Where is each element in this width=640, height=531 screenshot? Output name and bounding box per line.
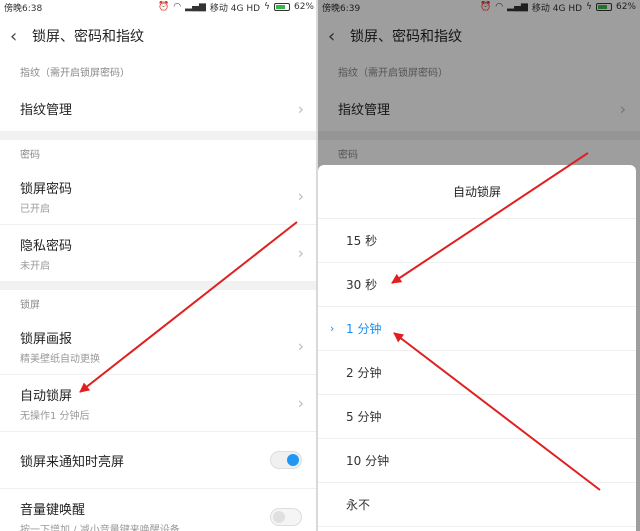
title-bar: ‹ 锁屏、密码和指纹	[318, 14, 640, 58]
status-time: 傍晚6:38	[4, 3, 43, 14]
lock-option[interactable]: 15 秒	[318, 219, 636, 263]
dialog-title: 自动锁屏	[318, 165, 636, 219]
volume-wake-item: 音量键唤醒 按一下增加 / 减小音量键来唤醒设备	[0, 489, 318, 531]
back-arrow-icon[interactable]: ‹	[328, 26, 350, 47]
left-screen: 傍晚6:38 ⏰ ◠ ▂▄▆ 移动 4G HD ϟ 62% ‹ 锁屏、密码和指纹…	[0, 0, 318, 531]
wifi-icon: ◠	[495, 2, 504, 12]
fingerprint-manage-item[interactable]: 指纹管理 ›	[318, 86, 640, 132]
section-header-password: 密码	[20, 150, 40, 161]
chevron-right-icon: ›	[297, 243, 304, 263]
auto-lock-item[interactable]: 自动锁屏 无操作1 分钟后 ›	[0, 375, 318, 432]
status-bar: 傍晚6:39 ⏰ ◠ ▂▄▆ 移动 4G HD ϟ 62%	[318, 0, 640, 14]
page-title: 锁屏、密码和指纹	[32, 29, 144, 45]
page-title: 锁屏、密码和指纹	[350, 29, 462, 45]
status-time: 傍晚6:39	[322, 3, 361, 14]
status-bar: 傍晚6:38 ⏰ ◠ ▂▄▆ 移动 4G HD ϟ 62%	[0, 0, 318, 14]
carrier-label: 移动 4G HD	[531, 3, 583, 14]
wifi-icon: ◠	[173, 2, 182, 12]
lockscreen-wallpaper-item[interactable]: 锁屏画报 精美壁纸自动更换 ›	[0, 318, 318, 375]
section-header-lockscreen: 锁屏	[20, 300, 40, 311]
section-header-password: 密码	[338, 150, 358, 161]
chevron-right-icon: ›	[297, 336, 304, 356]
notify-wake-toggle[interactable]	[270, 451, 302, 469]
notify-wake-item: 锁屏来通知时亮屏	[0, 432, 318, 489]
lock-option[interactable]: 2 分钟	[318, 351, 636, 395]
section-header-fingerprint: 指纹（需开启锁屏密码）	[338, 68, 448, 79]
back-arrow-icon[interactable]: ‹	[10, 26, 32, 47]
chevron-right-icon: ›	[297, 186, 304, 206]
chevron-right-icon: ›	[619, 99, 626, 118]
lock-option[interactable]: 10 分钟	[318, 439, 636, 483]
title-bar: ‹ 锁屏、密码和指纹	[0, 14, 318, 58]
charging-icon: ϟ	[586, 2, 592, 12]
lock-option[interactable]: › 1 分钟	[318, 307, 636, 351]
lock-option[interactable]: 30 秒	[318, 263, 636, 307]
volume-wake-toggle[interactable]	[270, 508, 302, 526]
battery-icon	[595, 3, 612, 11]
alarm-icon: ⏰	[480, 2, 492, 12]
battery-icon	[273, 3, 290, 11]
lock-password-item[interactable]: 锁屏密码 已开启 ›	[0, 168, 318, 225]
charging-icon: ϟ	[264, 2, 270, 12]
section-header-fingerprint: 指纹（需开启锁屏密码）	[20, 68, 130, 79]
alarm-icon: ⏰	[158, 2, 170, 12]
privacy-password-item[interactable]: 隐私密码 未开启 ›	[0, 225, 318, 282]
selected-check-icon: ›	[330, 322, 335, 335]
chevron-right-icon: ›	[297, 99, 304, 118]
auto-lock-dialog: 自动锁屏 15 秒 30 秒 › 1 分钟 2 分钟 5 分钟 10 分钟 永不	[318, 165, 636, 531]
battery-percent: 62%	[615, 2, 636, 12]
lock-option[interactable]: 永不	[318, 483, 636, 527]
signal-icon: ▂▄▆	[185, 2, 206, 12]
signal-icon: ▂▄▆	[507, 2, 528, 12]
carrier-label: 移动 4G HD	[209, 3, 261, 14]
battery-percent: 62%	[293, 2, 314, 12]
chevron-right-icon: ›	[297, 393, 304, 413]
fingerprint-manage-item[interactable]: 指纹管理 ›	[0, 86, 318, 132]
lock-option[interactable]: 5 分钟	[318, 395, 636, 439]
